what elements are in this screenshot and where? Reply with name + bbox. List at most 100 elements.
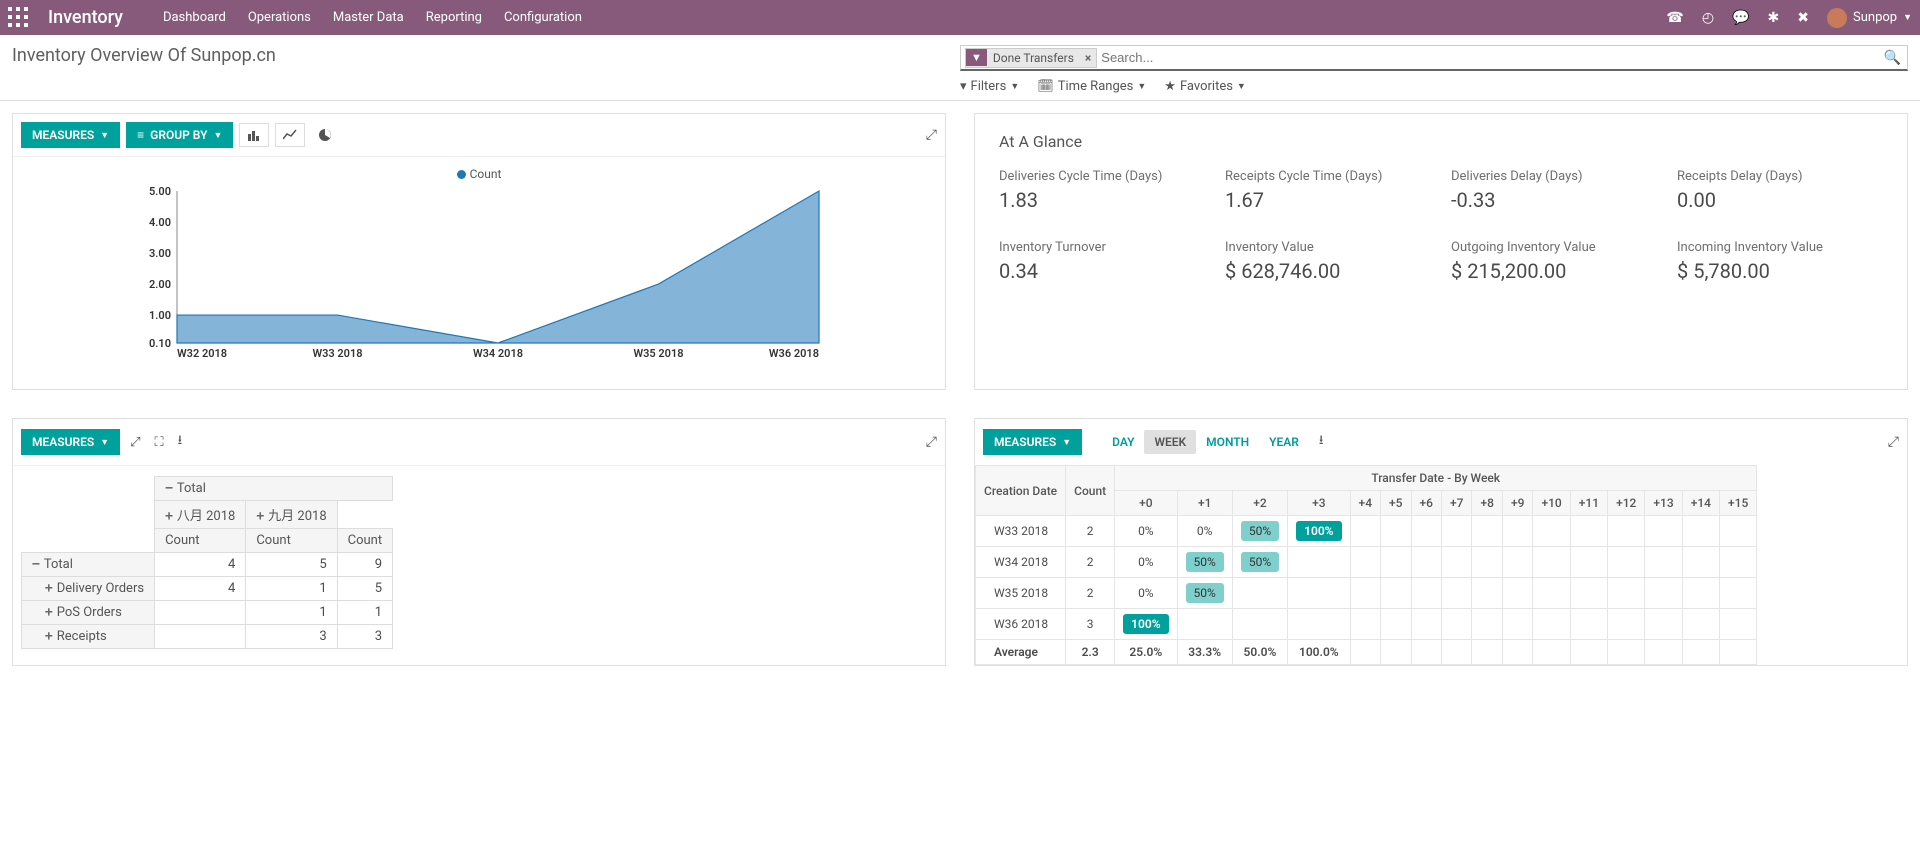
kpi-value: -0.33	[1451, 188, 1657, 212]
avatar	[1827, 8, 1847, 28]
filters-label: Filters	[971, 79, 1007, 94]
fullscreen-icon[interactable]: ⛶	[151, 431, 168, 454]
expand-icon[interactable]: +	[165, 509, 173, 524]
group-by-label: GROUP BY	[150, 128, 207, 142]
table-row[interactable]: W36 20183100%	[976, 609, 1757, 640]
collapse-icon[interactable]: −	[165, 481, 173, 496]
navbar-menu: Dashboard Operations Master Data Reporti…	[163, 10, 582, 25]
nav-operations[interactable]: Operations	[248, 10, 311, 25]
navbar: Inventory Dashboard Operations Master Da…	[0, 0, 1920, 35]
kpi-label: Outgoing Inventory Value	[1451, 240, 1657, 255]
expand-all-icon[interactable]: ⤢	[126, 431, 144, 454]
svg-text:W35 2018: W35 2018	[633, 347, 683, 360]
svg-text:4.00: 4.00	[149, 216, 171, 229]
navbar-right: ☎ ◴ 💬 ✱ ✖ Sunpop ▼	[1666, 8, 1912, 28]
glance-heading: At A Glance	[999, 132, 1883, 151]
kpi-label: Receipts Cycle Time (Days)	[1225, 169, 1431, 184]
chart-legend: Count	[33, 167, 925, 181]
measures-button[interactable]: MEASURES ▼	[21, 122, 120, 148]
search-input[interactable]	[1101, 50, 1903, 65]
expand-icon[interactable]: +	[45, 629, 53, 644]
nav-reporting[interactable]: Reporting	[426, 10, 482, 25]
table-row[interactable]: +PoS Orders11	[22, 601, 393, 625]
kpi-item: Inventory Value $ 628,746.00	[1225, 240, 1431, 283]
nav-configuration[interactable]: Configuration	[504, 10, 582, 25]
expand-icon[interactable]: ⤢	[926, 434, 937, 450]
kpi-item: Deliveries Cycle Time (Days)1.83	[999, 169, 1205, 212]
kpi-item: Outgoing Inventory Value $ 215,200.00	[1451, 240, 1657, 283]
kpi-label: Inventory Value	[1225, 240, 1431, 255]
table-row[interactable]: W35 201820%50%	[976, 578, 1757, 609]
close-session-icon[interactable]: ✖	[1797, 10, 1809, 26]
kpi-item: Receipts Cycle Time (Days)1.67	[1225, 169, 1431, 212]
glance-card: At A Glance Deliveries Cycle Time (Days)…	[974, 113, 1908, 390]
search-options: ▾ Filters ▼ 🗓 Time Ranges ▼ ★ Favorites …	[960, 79, 1908, 94]
chart-toolbar: MEASURES ▼ ≡ GROUP BY ▼ ⤢	[13, 114, 945, 157]
svg-text:0.10: 0.10	[149, 337, 171, 350]
search-facet: ▼ Done Transfers ×	[965, 48, 1097, 68]
svg-text:3.00: 3.00	[149, 247, 171, 260]
expand-icon[interactable]: ⤢	[1888, 434, 1899, 450]
table-row[interactable]: −Total459	[22, 553, 393, 577]
pie-chart-icon[interactable]	[311, 123, 339, 147]
table-row[interactable]: +Delivery Orders415	[22, 577, 393, 601]
filters-dropdown[interactable]: ▾ Filters ▼	[960, 79, 1019, 94]
user-menu[interactable]: Sunpop ▼	[1827, 8, 1912, 28]
time-month-button[interactable]: MONTH	[1196, 430, 1259, 454]
filter-icon: ▼	[966, 49, 987, 66]
time-week-button[interactable]: WEEK	[1144, 430, 1196, 454]
dashboard-board: MEASURES ▼ ≡ GROUP BY ▼ ⤢ Count 0.101.00…	[0, 101, 1920, 678]
measures-button[interactable]: MEASURES ▼	[21, 429, 120, 455]
kpi-label: Incoming Inventory Value	[1677, 240, 1883, 255]
search-box[interactable]: ▼ Done Transfers × 🔍	[960, 45, 1908, 71]
legend-dot-icon	[457, 170, 466, 179]
pivot-toolbar: MEASURES ▼ ⤢ ⛶ ⭳ ⤢	[13, 419, 945, 466]
download-icon[interactable]: ⭳	[174, 427, 187, 457]
time-ranges-dropdown[interactable]: 🗓 Time Ranges ▼	[1037, 79, 1146, 94]
pivot-table: −Total+八月 2018+九月 2018CountCountCount−To…	[21, 476, 393, 649]
kpi-value: $ 215,200.00	[1451, 259, 1657, 283]
legend-label: Count	[470, 167, 502, 181]
table-row[interactable]: +Receipts33	[22, 625, 393, 649]
apps-icon[interactable]	[8, 7, 30, 29]
table-row[interactable]: W33 201820%0%50%100%	[976, 516, 1757, 547]
kpi-value: $ 628,746.00	[1225, 259, 1431, 283]
nav-dashboard[interactable]: Dashboard	[163, 10, 226, 25]
app-brand[interactable]: Inventory	[48, 7, 123, 28]
time-year-button[interactable]: YEAR	[1259, 430, 1309, 454]
remove-facet-icon[interactable]: ×	[1080, 51, 1096, 65]
favorites-label: Favorites	[1180, 79, 1233, 94]
table-row[interactable]: W34 201820%50%50%	[976, 547, 1757, 578]
chart-card: MEASURES ▼ ≡ GROUP BY ▼ ⤢ Count 0.101.00…	[12, 113, 946, 390]
svg-text:5.00: 5.00	[149, 185, 171, 198]
expand-icon[interactable]: +	[256, 509, 264, 524]
measures-label: MEASURES	[994, 435, 1056, 449]
phone-icon[interactable]: ☎	[1666, 10, 1683, 26]
kpi-label: Deliveries Delay (Days)	[1451, 169, 1657, 184]
chart-body: Count 0.101.002.003.004.005.00W32 2018W3…	[13, 157, 945, 389]
table-row-average: Average2.325.0%33.3%50.0%100.0%	[976, 640, 1757, 665]
bar-chart-icon[interactable]	[239, 123, 269, 147]
favorites-dropdown[interactable]: ★ Favorites ▼	[1164, 79, 1246, 94]
download-icon[interactable]: ⭳	[1315, 427, 1328, 457]
expand-icon[interactable]: +	[45, 581, 53, 596]
search-icon[interactable]: 🔍	[1884, 50, 1901, 66]
kpi-item: Receipts Delay (Days)0.00	[1677, 169, 1883, 212]
kpi-item: Incoming Inventory Value$ 5,780.00	[1677, 240, 1883, 283]
clock-icon[interactable]: ◴	[1702, 10, 1714, 26]
measures-label: MEASURES	[32, 128, 94, 142]
search-facet-label: Done Transfers	[987, 49, 1080, 67]
time-day-button[interactable]: DAY	[1102, 430, 1144, 454]
expand-icon[interactable]: +	[45, 605, 53, 620]
kpi-label: Deliveries Cycle Time (Days)	[999, 169, 1205, 184]
nav-master-data[interactable]: Master Data	[333, 10, 404, 25]
collapse-icon[interactable]: −	[32, 557, 40, 572]
expand-icon[interactable]: ⤢	[926, 127, 937, 143]
page-title: Inventory Overview Of Sunpop.cn	[12, 45, 276, 66]
measures-button[interactable]: MEASURES ▼	[983, 429, 1082, 455]
chat-icon[interactable]: 💬	[1732, 10, 1749, 26]
line-chart-icon[interactable]	[275, 123, 305, 147]
group-by-button[interactable]: ≡ GROUP BY ▼	[126, 122, 233, 148]
bug-icon[interactable]: ✱	[1768, 10, 1780, 26]
kpi-label: Inventory Turnover	[999, 240, 1205, 255]
